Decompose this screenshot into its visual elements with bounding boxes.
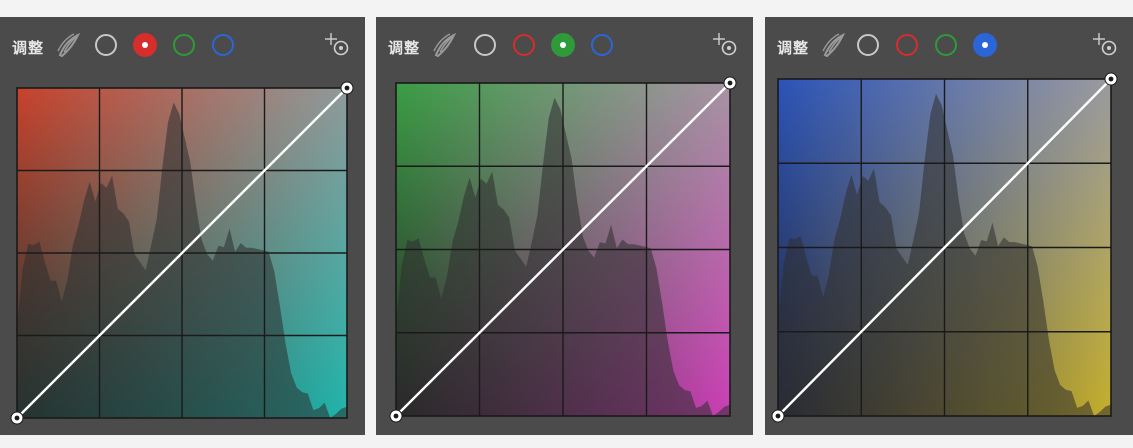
curve-editor[interactable] [771, 72, 1118, 423]
selected-dot-icon [142, 42, 148, 48]
channel-green-button[interactable] [935, 34, 957, 56]
channel-blue-button[interactable] [974, 34, 996, 56]
curves-toolbar: 调整 [765, 17, 1133, 73]
channel-rgb-button[interactable] [474, 34, 496, 56]
panel-title: 调整 [388, 39, 421, 57]
channel-rgb-button[interactable] [857, 34, 879, 56]
feather-icon[interactable] [819, 31, 847, 59]
feather-icon[interactable] [54, 31, 82, 59]
channel-red-button[interactable] [513, 34, 535, 56]
channel-blue-button[interactable] [212, 34, 234, 56]
panel-title: 调整 [12, 39, 45, 57]
curves-panel-red: 调整 [0, 17, 365, 435]
channel-green-button[interactable] [552, 34, 574, 56]
channel-green-button[interactable] [173, 34, 195, 56]
target-adjust-icon[interactable] [1091, 31, 1119, 57]
channel-red-button[interactable] [896, 34, 918, 56]
curve-editor[interactable] [389, 76, 737, 423]
curve-black-point[interactable] [10, 411, 24, 425]
target-adjust-icon[interactable] [323, 31, 351, 57]
curve-black-point[interactable] [389, 409, 403, 423]
selected-dot-icon [982, 42, 988, 48]
curves-toolbar: 调整 [0, 17, 365, 73]
curve-white-point[interactable] [340, 81, 354, 95]
curves-panel-green: 调整 [376, 17, 753, 435]
channel-blue-button[interactable] [591, 34, 613, 56]
target-adjust-icon[interactable] [711, 31, 739, 57]
curve-black-point[interactable] [771, 409, 785, 423]
curve-white-point[interactable] [723, 76, 737, 90]
channel-rgb-button[interactable] [95, 34, 117, 56]
channel-red-button[interactable] [134, 34, 156, 56]
panel-title: 调整 [777, 39, 810, 57]
curves-panel-blue: 调整 [765, 17, 1133, 435]
feather-icon[interactable] [430, 31, 458, 59]
selected-dot-icon [560, 42, 566, 48]
curves-toolbar: 调整 [376, 17, 753, 73]
curve-editor[interactable] [10, 81, 354, 425]
curve-white-point[interactable] [1104, 72, 1118, 86]
